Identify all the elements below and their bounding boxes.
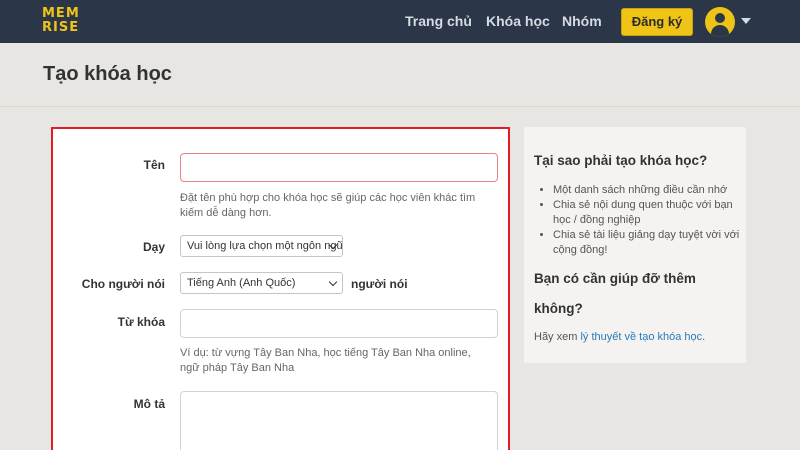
nav-home-link[interactable]: Trang chủ bbox=[405, 13, 472, 29]
avatar-head-shape bbox=[715, 13, 725, 23]
create-course-form: Tên Đặt tên phù hợp cho khóa học sẽ giúp… bbox=[51, 127, 510, 450]
description-label: Mô tả bbox=[133, 397, 165, 411]
list-item: Chia sẻ tài liệu giảng dạy tuyệt vời với… bbox=[553, 228, 743, 258]
teach-language-value: Vui lòng lựa chọn một ngôn ngữ bbox=[187, 240, 343, 252]
name-help-text: Đặt tên phù hợp cho khóa học sẽ giúp các… bbox=[180, 192, 476, 219]
description-textarea[interactable] bbox=[180, 391, 498, 450]
nav-groups-link[interactable]: Nhóm bbox=[562, 13, 602, 29]
see-guide-text: Hãy xem lý thuyết về tạo khóa học. bbox=[534, 331, 705, 343]
speaker-language-select[interactable]: Tiếng Anh (Anh Quốc) bbox=[180, 272, 343, 294]
need-help-heading-line-1: Bạn có cần giúp đỡ thêm bbox=[534, 271, 696, 286]
course-creation-guide-link[interactable]: lý thuyết về tạo khóa học bbox=[580, 331, 702, 343]
teach-language-select[interactable]: Vui lòng lựa chọn một ngôn ngữ bbox=[180, 235, 343, 257]
memrise-logo[interactable]: MEM RISE bbox=[42, 6, 80, 37]
speaker-language-value: Tiếng Anh (Anh Quốc) bbox=[187, 277, 296, 289]
nav-courses-link[interactable]: Khóa học bbox=[486, 13, 550, 29]
list-item: Chia sẻ nội dung quen thuộc với bạn học … bbox=[553, 198, 743, 228]
top-navbar: MEM RISE Trang chủ Khóa học Nhóm Đăng ký bbox=[0, 0, 800, 43]
avatar-body-shape bbox=[711, 25, 729, 37]
signup-button[interactable]: Đăng ký bbox=[621, 8, 693, 36]
course-name-input[interactable] bbox=[180, 153, 498, 182]
keywords-input[interactable] bbox=[180, 309, 498, 338]
info-sidebar: Tại sao phải tạo khóa học? Một danh sách… bbox=[524, 127, 746, 363]
reasons-list: Một danh sách những điều cần nhớ Chia sẻ… bbox=[553, 183, 743, 258]
chevron-down-icon[interactable] bbox=[741, 18, 751, 24]
need-help-heading-line-2: không? bbox=[534, 301, 583, 316]
user-avatar-icon[interactable] bbox=[705, 7, 735, 37]
keywords-help-text: Ví dụ: từ vựng Tây Ban Nha, học tiếng Tâ… bbox=[180, 347, 471, 374]
why-create-heading: Tại sao phải tạo khóa học? bbox=[534, 153, 708, 168]
page-header: Tạo khóa học bbox=[0, 43, 800, 107]
keywords-label: Từ khóa bbox=[117, 315, 165, 329]
logo-line-2: RISE bbox=[42, 20, 80, 35]
logo-line-1: MEM bbox=[42, 6, 80, 21]
list-item: Một danh sách những điều cần nhớ bbox=[553, 183, 743, 198]
see-guide-suffix: . bbox=[702, 331, 706, 343]
teach-label: Dạy bbox=[142, 240, 165, 254]
chevron-down-icon bbox=[328, 277, 338, 287]
for-speakers-label: Cho người nói bbox=[81, 277, 165, 291]
speakers-suffix-label: người nói bbox=[351, 277, 408, 291]
name-label: Tên bbox=[143, 158, 165, 172]
see-guide-prefix: Hãy xem bbox=[534, 331, 581, 343]
page-title: Tạo khóa học bbox=[43, 63, 172, 85]
